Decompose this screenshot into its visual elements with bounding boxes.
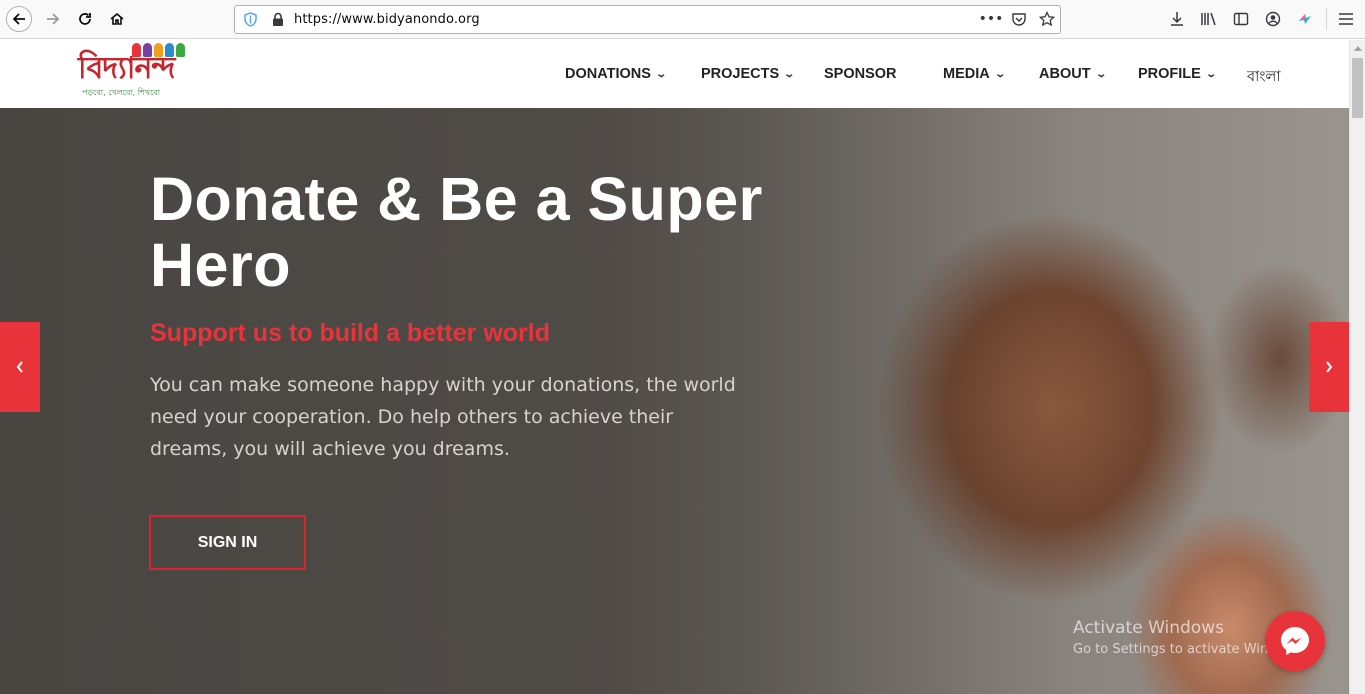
reload-icon <box>79 13 91 25</box>
chevron-down-icon: ⌄ <box>783 68 796 80</box>
scroll-up-arrow-icon[interactable] <box>1354 46 1362 51</box>
library-icon[interactable] <box>1198 9 1220 29</box>
chevron-down-icon: ⌄ <box>655 68 668 80</box>
nav-about[interactable]: ABOUT ⌄ <box>1039 66 1107 82</box>
home-button[interactable] <box>104 6 130 32</box>
extension-icon[interactable] <box>1294 9 1316 29</box>
chevron-down-icon: ⌄ <box>994 68 1006 80</box>
hero-slider: Donate & Be a Super Hero Support us to b… <box>0 108 1349 694</box>
app-menu-button[interactable] <box>1336 9 1356 29</box>
shield-icon[interactable] <box>243 12 258 27</box>
messenger-icon <box>1281 627 1309 655</box>
toolbar-separator <box>1326 8 1327 30</box>
nav-media[interactable]: MEDIA ⌄ <box>943 66 1006 82</box>
slider-next-button[interactable] <box>1309 322 1349 412</box>
back-button[interactable] <box>6 6 32 32</box>
lock-icon[interactable] <box>271 12 285 27</box>
nav-donations[interactable]: DONATIONS ⌄ <box>565 66 668 82</box>
nav-media-label: MEDIA <box>943 66 990 82</box>
pocket-icon[interactable] <box>1010 10 1028 28</box>
account-icon[interactable] <box>1262 9 1284 29</box>
chevron-down-icon: ⌄ <box>1094 68 1107 80</box>
address-bar[interactable]: https://www.bidyanondo.org ••• <box>234 5 1061 34</box>
nav-profile-label: PROFILE <box>1138 66 1201 82</box>
nav-donations-label: DONATIONS <box>565 66 651 82</box>
download-icon[interactable] <box>1166 9 1188 29</box>
arrow-right-icon <box>47 13 60 25</box>
hero-subtitle: Support us to build a better world <box>150 319 550 347</box>
nav-sponsor[interactable]: SPONSOR <box>824 66 897 82</box>
hamburger-icon <box>1339 13 1353 25</box>
scroll-thumb[interactable] <box>1352 58 1363 118</box>
home-icon <box>110 12 124 25</box>
site-header: বিদ্যানন্দ পড়বো, খেলবো, শিখবো DONATIONS… <box>0 40 1349 108</box>
arrow-left-icon <box>12 13 25 25</box>
slider-prev-button[interactable] <box>0 322 40 412</box>
page-actions-icon[interactable]: ••• <box>979 10 1004 28</box>
page-scrollbar[interactable] <box>1349 40 1365 694</box>
url-text[interactable]: https://www.bidyanondo.org <box>294 12 480 27</box>
nav-language-label: বাংলা <box>1247 69 1281 85</box>
sign-in-button[interactable]: SIGN IN <box>149 515 306 570</box>
browser-toolbar: https://www.bidyanondo.org ••• <box>0 0 1365 39</box>
messenger-chat-button[interactable] <box>1265 611 1325 671</box>
site-logo[interactable]: বিদ্যানন্দ পড়বো, খেলবো, শিখবো <box>78 43 202 103</box>
nav-about-label: ABOUT <box>1039 66 1091 82</box>
logo-tagline: পড়বো, খেলবো, শিখবো <box>82 88 161 97</box>
nav-projects[interactable]: PROJECTS ⌄ <box>701 66 796 82</box>
nav-sponsor-label: SPONSOR <box>824 66 897 82</box>
hero-title: Donate & Be a Super Hero <box>150 165 763 299</box>
nav-profile[interactable]: PROFILE ⌄ <box>1138 66 1217 82</box>
bookmark-star-icon[interactable] <box>1038 10 1056 28</box>
chevron-right-icon <box>1326 361 1333 373</box>
reload-button[interactable] <box>72 6 98 32</box>
hero-description: You can make someone happy with your don… <box>150 374 736 460</box>
logo-wordmark: বিদ্যানন্দ <box>78 51 175 86</box>
nav-projects-label: PROJECTS <box>701 66 780 82</box>
nav-language[interactable]: বাংলা <box>1247 66 1281 90</box>
chevron-left-icon <box>16 361 23 373</box>
sidebar-icon[interactable] <box>1230 9 1252 29</box>
forward-button[interactable] <box>40 6 66 32</box>
chevron-down-icon: ⌄ <box>1205 68 1217 80</box>
